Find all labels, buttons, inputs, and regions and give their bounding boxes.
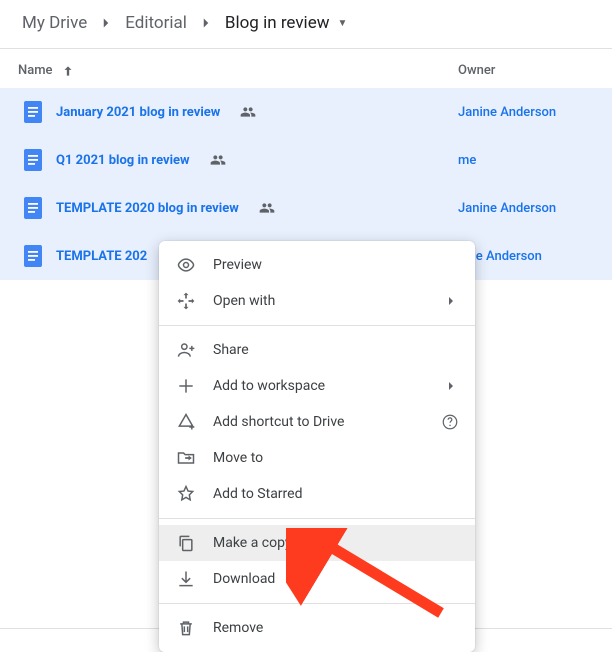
table-row[interactable]: January 2021 blog in review Janine Ander…	[0, 88, 612, 136]
menu-divider	[159, 325, 475, 326]
open-with-icon	[175, 291, 197, 311]
table-header: Name Owner	[0, 49, 612, 88]
file-owner: Janine Anderson	[458, 105, 556, 120]
menu-item-label: Make a copy	[213, 535, 459, 551]
google-doc-icon	[24, 149, 42, 171]
folder-move-icon	[175, 448, 197, 468]
person-add-icon	[175, 340, 197, 360]
context-menu: Preview Open with Share Add to workspace…	[159, 241, 475, 652]
file-name: TEMPLATE 202	[56, 249, 147, 264]
file-owner: me	[458, 153, 476, 168]
chevron-right-icon	[443, 378, 459, 394]
file-name: TEMPLATE 2020 blog in review	[56, 201, 239, 216]
breadcrumb-item-editorial[interactable]: Editorial	[121, 10, 191, 36]
drive-shortcut-icon	[175, 412, 197, 432]
menu-item-add-shortcut[interactable]: Add shortcut to Drive	[159, 404, 475, 440]
menu-item-preview[interactable]: Preview	[159, 247, 475, 283]
menu-item-share[interactable]: Share	[159, 332, 475, 368]
menu-item-make-a-copy[interactable]: Make a copy	[159, 525, 475, 561]
menu-item-label: Download	[213, 571, 459, 587]
menu-item-remove[interactable]: Remove	[159, 610, 475, 646]
chevron-right-icon	[443, 293, 459, 309]
download-icon	[175, 569, 197, 589]
eye-icon	[175, 255, 197, 275]
file-name: Q1 2021 blog in review	[56, 153, 190, 168]
menu-item-download[interactable]: Download	[159, 561, 475, 597]
menu-item-label: Move to	[213, 450, 459, 466]
menu-item-label: Add to Starred	[213, 486, 459, 502]
chevron-right-icon	[197, 14, 215, 32]
copy-icon	[175, 533, 197, 553]
column-header-owner-label: Owner	[458, 63, 495, 78]
menu-item-label: Add to workspace	[213, 378, 443, 394]
menu-item-add-to-starred[interactable]: Add to Starred	[159, 476, 475, 512]
google-doc-icon	[24, 101, 42, 123]
menu-divider	[159, 518, 475, 519]
google-doc-icon	[24, 197, 42, 219]
breadcrumb-current-label: Blog in review	[225, 13, 330, 33]
shared-icon	[259, 200, 275, 216]
plus-icon	[175, 376, 197, 396]
shared-icon	[240, 104, 256, 120]
menu-item-label: Share	[213, 342, 459, 358]
menu-item-open-with[interactable]: Open with	[159, 283, 475, 319]
menu-item-label: Open with	[213, 293, 443, 309]
star-icon	[175, 484, 197, 504]
shared-icon	[210, 152, 226, 168]
table-row[interactable]: TEMPLATE 2020 blog in review Janine Ande…	[0, 184, 612, 232]
breadcrumb-item-current[interactable]: Blog in review ▼	[221, 10, 352, 36]
menu-item-label: Remove	[213, 620, 459, 636]
google-doc-icon	[24, 245, 42, 267]
help-icon	[441, 413, 459, 431]
column-header-name-label: Name	[18, 63, 53, 78]
table-row[interactable]: Q1 2021 blog in review me	[0, 136, 612, 184]
column-header-owner[interactable]: Owner	[458, 63, 594, 78]
sort-ascending-icon	[61, 64, 75, 78]
trash-icon	[175, 618, 197, 638]
menu-item-label: Preview	[213, 257, 459, 273]
file-name: January 2021 blog in review	[56, 105, 220, 120]
menu-divider	[159, 603, 475, 604]
column-header-name[interactable]: Name	[18, 63, 458, 78]
chevron-right-icon	[97, 14, 115, 32]
menu-item-move-to[interactable]: Move to	[159, 440, 475, 476]
menu-item-add-to-workspace[interactable]: Add to workspace	[159, 368, 475, 404]
breadcrumb-item-mydrive[interactable]: My Drive	[18, 10, 91, 36]
file-owner: Janine Anderson	[458, 201, 556, 216]
menu-item-label: Add shortcut to Drive	[213, 414, 441, 430]
dropdown-triangle-icon: ▼	[337, 18, 347, 29]
breadcrumb: My Drive Editorial Blog in review ▼	[0, 0, 612, 49]
